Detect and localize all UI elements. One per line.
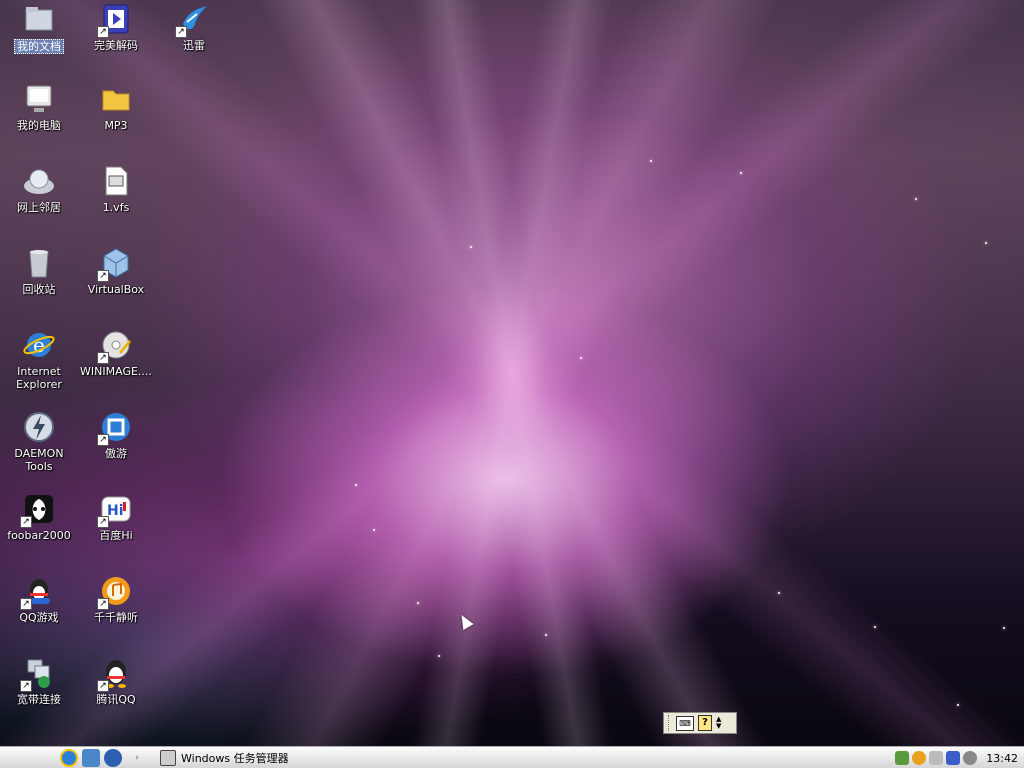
icon-label: 千千静听 xyxy=(94,611,138,624)
desktop-icon-maxthon[interactable]: ↗ 傲游 xyxy=(78,410,154,460)
desktop-icon-thunder[interactable]: ↗ 迅雷 xyxy=(156,2,232,52)
icon-label: 网上邻居 xyxy=(17,201,61,214)
icon-label: 我的电脑 xyxy=(17,119,61,132)
star xyxy=(957,704,959,706)
icon-label: foobar2000 xyxy=(7,529,71,542)
desktop-icon-winimage[interactable]: ↗ WINIMAGE.... xyxy=(78,328,154,378)
winimage-icon: ↗ xyxy=(97,328,133,364)
mouse-cursor xyxy=(456,611,474,631)
desktop-icon-virtualbox[interactable]: ↗ VirtualBox xyxy=(78,246,154,296)
icon-label: 迅雷 xyxy=(183,39,205,52)
baidu-hi-icon: Hi ↗ xyxy=(97,492,133,528)
keyboard-icon[interactable]: ⌨ xyxy=(676,715,694,731)
star xyxy=(545,634,547,636)
desktop-icon-mp3-folder[interactable]: MP3 xyxy=(78,82,154,132)
star xyxy=(740,172,742,174)
foobar-icon: ↗ xyxy=(20,492,56,528)
icon-label: 宽带连接 xyxy=(17,693,61,706)
network-status-icon[interactable] xyxy=(946,751,961,765)
ime-options-arrows[interactable]: ▲ ▼ xyxy=(716,716,721,730)
desktop-icon-my-computer[interactable]: 我的电脑 xyxy=(1,82,77,132)
icon-label: 百度Hi xyxy=(99,529,133,542)
star xyxy=(417,602,419,604)
star xyxy=(355,484,357,486)
computer-icon xyxy=(22,82,56,116)
ime-grip[interactable] xyxy=(668,715,672,731)
icon-label: VirtualBox xyxy=(87,283,145,296)
wifi-icon[interactable] xyxy=(929,751,944,765)
qq-game-icon: ↗ xyxy=(20,574,56,610)
quick-launch-explorer[interactable] xyxy=(82,749,100,767)
taskbar: › Windows 任务管理器 13:42 xyxy=(0,746,1024,768)
star xyxy=(373,529,375,531)
star xyxy=(470,246,472,248)
thunder-icon: ↗ xyxy=(175,2,211,38)
folder-icon xyxy=(99,82,133,116)
icon-label: QQ游戏 xyxy=(19,611,59,624)
desktop-icon-baidu-hi[interactable]: Hi ↗ 百度Hi xyxy=(78,492,154,542)
svg-text:e: e xyxy=(33,333,45,357)
qq-penguin-icon: ↗ xyxy=(97,656,133,692)
desktop-icon-qq-game[interactable]: ↗ QQ游戏 xyxy=(1,574,77,624)
icon-label: 1.vfs xyxy=(102,201,130,214)
icon-label: 傲游 xyxy=(105,447,127,460)
icon-label: MP3 xyxy=(104,119,128,132)
desktop-icon-vfs-file[interactable]: 1.vfs xyxy=(78,164,154,214)
star xyxy=(874,626,876,628)
taskbar-button-label: Windows 任务管理器 xyxy=(181,752,289,765)
folder-icon xyxy=(22,2,56,36)
virtualbox-icon: ↗ xyxy=(97,246,133,282)
maxthon-icon: ↗ xyxy=(97,410,133,446)
icon-label: 我的文档 xyxy=(14,39,64,54)
desktop-icon-internet-explorer[interactable]: e Internet Explorer xyxy=(1,328,77,391)
icon-label: DAEMON Tools xyxy=(14,447,64,473)
system-tray: 13:42 xyxy=(888,749,1024,767)
broadband-icon: ↗ xyxy=(20,656,56,692)
desktop-icon-ttplayer[interactable]: ↗ 千千静听 xyxy=(78,574,154,624)
explorer-icon xyxy=(82,749,100,767)
quick-launch-ie[interactable] xyxy=(60,749,78,767)
icon-label: 腾讯QQ xyxy=(96,693,136,706)
taskbar-button-task-manager[interactable]: Windows 任务管理器 xyxy=(156,749,360,767)
star xyxy=(580,357,582,359)
star xyxy=(985,242,987,244)
media-player-icon xyxy=(104,749,122,767)
desktop-icon-recycle-bin[interactable]: 回收站 xyxy=(1,246,77,296)
desktop-icon-my-documents[interactable]: 我的文档 xyxy=(1,2,77,54)
desktop-icon-network[interactable]: 网上邻居 xyxy=(1,164,77,214)
star xyxy=(915,198,917,200)
desktop-icon-tencent-qq[interactable]: ↗ 腾讯QQ xyxy=(78,656,154,706)
tray-app-icon[interactable] xyxy=(895,751,910,765)
icon-label: 回收站 xyxy=(22,283,56,296)
star xyxy=(438,655,440,657)
icon-label: 完美解码 xyxy=(94,39,138,52)
task-manager-icon xyxy=(160,750,176,766)
ie-icon xyxy=(60,749,78,767)
apple-icon[interactable] xyxy=(14,749,38,767)
quick-launch-media-player[interactable] xyxy=(104,749,122,767)
media-player-icon: ↗ xyxy=(97,2,133,38)
star xyxy=(650,160,652,162)
ie-icon: e xyxy=(22,328,56,362)
help-icon[interactable]: ? xyxy=(698,715,712,731)
network-icon xyxy=(22,164,56,198)
tray-headset-icon[interactable] xyxy=(912,751,927,765)
star xyxy=(1003,627,1005,629)
ttplayer-icon: ↗ xyxy=(97,574,133,610)
icon-label: WINIMAGE.... xyxy=(80,365,152,378)
desktop-icon-broadband[interactable]: ↗ 宽带连接 xyxy=(1,656,77,706)
icon-label: Internet Explorer xyxy=(16,365,62,391)
desktop-icon-daemon-tools[interactable]: DAEMON Tools xyxy=(1,410,77,473)
clock[interactable]: 13:42 xyxy=(986,752,1018,765)
ime-toolbar[interactable]: ⌨ ? ▲ ▼ xyxy=(663,712,737,734)
recycle-bin-icon xyxy=(22,246,56,280)
desktop-icon-perfect-decoder[interactable]: ↗ 完美解码 xyxy=(78,2,154,52)
star xyxy=(778,592,780,594)
svg-text:Hi: Hi xyxy=(107,503,124,519)
desktop-icon-foobar2000[interactable]: ↗ foobar2000 xyxy=(1,492,77,542)
daemon-tools-icon xyxy=(22,410,56,444)
speaker-icon[interactable] xyxy=(963,751,978,765)
file-icon xyxy=(99,164,133,198)
quick-launch-more-arrow[interactable]: › xyxy=(130,749,144,767)
